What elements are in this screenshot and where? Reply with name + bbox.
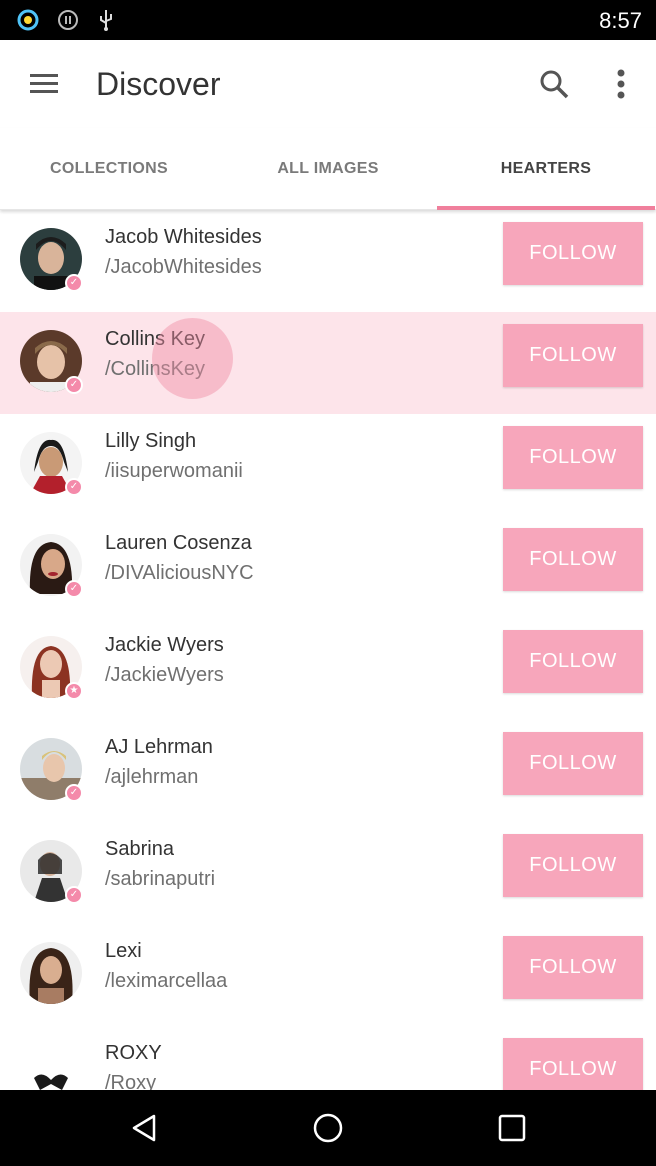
follow-button[interactable]: FOLLOW bbox=[503, 324, 643, 387]
tab-hearters[interactable]: HEARTERS bbox=[437, 128, 655, 210]
verified-badge-icon: ✓ bbox=[65, 580, 83, 598]
menu-icon[interactable] bbox=[26, 68, 62, 100]
user-name[interactable]: Lauren Cosenza bbox=[105, 532, 252, 555]
user-name[interactable]: Lilly Singh bbox=[105, 430, 196, 453]
recents-icon[interactable] bbox=[494, 1110, 530, 1146]
follow-button[interactable]: FOLLOW bbox=[503, 426, 643, 489]
follow-button[interactable]: FOLLOW bbox=[503, 834, 643, 897]
more-vert-icon[interactable] bbox=[604, 64, 638, 104]
touch-ripple bbox=[152, 318, 233, 399]
tab-bar: COLLECTIONS ALL IMAGES HEARTERS bbox=[0, 128, 656, 210]
app-bar: Discover bbox=[0, 40, 656, 128]
status-bar: 8:57 bbox=[0, 0, 656, 40]
follow-button[interactable]: FOLLOW bbox=[503, 936, 643, 999]
user-handle: /sabrinaputri bbox=[105, 868, 216, 890]
list-item[interactable]: ✓ Sabrina /sabrinaputri FOLLOW bbox=[0, 822, 656, 924]
user-handle: /DIVAliciousNYC bbox=[105, 562, 254, 584]
follow-button[interactable]: FOLLOW bbox=[503, 630, 643, 693]
user-name[interactable]: Jackie Wyers bbox=[105, 634, 224, 657]
tab-collections[interactable]: COLLECTIONS bbox=[0, 128, 218, 210]
list-item[interactable]: ✓ Collins Key /CollinsKey FOLLOW bbox=[0, 312, 656, 414]
avatar[interactable] bbox=[20, 942, 82, 1004]
tab-label: HEARTERS bbox=[500, 160, 592, 177]
tab-label: ALL IMAGES bbox=[277, 160, 379, 177]
user-handle: /JacobWhitesides bbox=[105, 256, 262, 278]
tab-all-images[interactable]: ALL IMAGES bbox=[219, 128, 437, 210]
avatar[interactable] bbox=[20, 1044, 82, 1090]
verified-badge-icon: ✓ bbox=[65, 784, 83, 802]
user-name[interactable]: ROXY bbox=[105, 1042, 162, 1065]
user-name[interactable]: Lexi bbox=[105, 940, 142, 963]
verified-badge-icon: ✓ bbox=[65, 376, 83, 394]
verified-badge-icon: ✓ bbox=[65, 478, 83, 496]
search-icon[interactable] bbox=[534, 64, 574, 104]
list-item[interactable]: ✓ AJ Lehrman /ajlehrman FOLLOW bbox=[0, 720, 656, 822]
list-item[interactable]: ROXY /Roxy FOLLOW bbox=[0, 1026, 656, 1090]
user-name[interactable]: Sabrina bbox=[105, 838, 174, 861]
list-item[interactable]: ✓ Lilly Singh /iisuperwomanii FOLLOW bbox=[0, 414, 656, 516]
tab-label: COLLECTIONS bbox=[50, 160, 168, 177]
follow-button[interactable]: FOLLOW bbox=[503, 222, 643, 285]
system-nav-bar bbox=[0, 1090, 656, 1166]
back-icon[interactable] bbox=[126, 1110, 162, 1146]
user-handle: /leximarcellaa bbox=[105, 970, 228, 992]
user-name[interactable]: Jacob Whitesides bbox=[105, 226, 262, 249]
usb-icon bbox=[100, 10, 112, 31]
user-handle: /JackieWyers bbox=[105, 664, 224, 686]
home-icon[interactable] bbox=[310, 1110, 346, 1146]
active-tab-indicator bbox=[437, 206, 655, 210]
list-item[interactable]: ★ Jackie Wyers /JackieWyers FOLLOW bbox=[0, 618, 656, 720]
list-item[interactable]: Lexi /leximarcellaa FOLLOW bbox=[0, 924, 656, 1026]
pause-icon bbox=[58, 10, 78, 30]
verified-badge-icon: ✓ bbox=[65, 886, 83, 904]
list-item[interactable]: ✓ Lauren Cosenza /DIVAliciousNYC FOLLOW bbox=[0, 516, 656, 618]
user-name[interactable]: AJ Lehrman bbox=[105, 736, 213, 759]
list-item[interactable]: ✓ Jacob Whitesides /JacobWhitesides FOLL… bbox=[0, 210, 656, 312]
user-handle: /ajlehrman bbox=[105, 766, 199, 788]
circle-app-icon bbox=[17, 9, 39, 31]
hearters-list: ✓ Jacob Whitesides /JacobWhitesides FOLL… bbox=[0, 210, 656, 1090]
follow-button[interactable]: FOLLOW bbox=[503, 1038, 643, 1090]
user-handle: /Roxy bbox=[105, 1072, 157, 1090]
user-handle: /iisuperwomanii bbox=[105, 460, 243, 482]
page-title: Discover bbox=[96, 66, 221, 102]
verified-badge-icon: ✓ bbox=[65, 274, 83, 292]
follow-button[interactable]: FOLLOW bbox=[503, 528, 643, 591]
clock: 8:57 bbox=[599, 8, 642, 33]
follow-button[interactable]: FOLLOW bbox=[503, 732, 643, 795]
star-badge-icon: ★ bbox=[65, 682, 83, 700]
